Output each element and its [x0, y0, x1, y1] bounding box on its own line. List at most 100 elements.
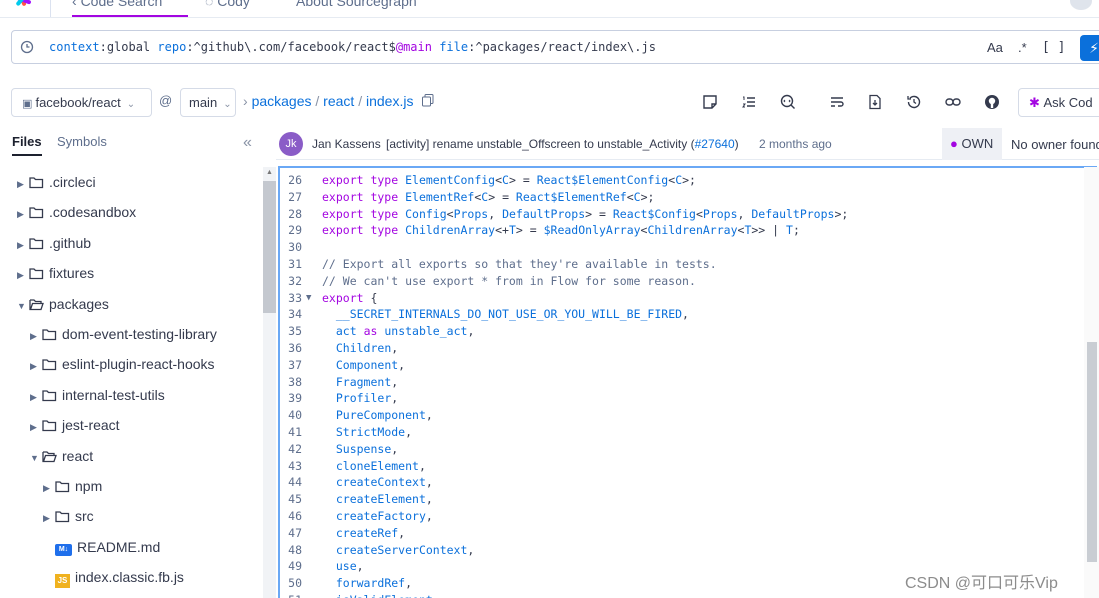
tree-item[interactable]: ▶ .codesandbox: [17, 200, 136, 224]
scroll-up-arrow-icon[interactable]: ▲: [266, 169, 273, 176]
line-number[interactable]: 38: [282, 374, 302, 391]
link-icon[interactable]: [945, 94, 961, 110]
code-token[interactable]: DefaultProps: [502, 207, 585, 221]
code-token[interactable]: Suspense: [336, 442, 391, 456]
code-scrollbar-thumb[interactable]: [1087, 342, 1097, 562]
repo-selector[interactable]: ▣ facebook/react ⌄: [11, 88, 152, 117]
search-submit-button[interactable]: ⚡: [1080, 35, 1099, 61]
list-ordered-icon[interactable]: [741, 94, 757, 110]
caret-right-icon[interactable]: ▶: [17, 233, 29, 257]
code-token[interactable]: ChildrenArray: [405, 223, 495, 237]
code-token[interactable]: T: [509, 223, 516, 237]
code-token[interactable]: createContext: [336, 475, 426, 489]
code-token[interactable]: PureComponent: [336, 408, 426, 422]
code-token[interactable]: Fragment: [336, 375, 391, 389]
breadcrumb-index-js[interactable]: index.js: [366, 93, 413, 109]
branch-selector[interactable]: main ⌄: [180, 88, 236, 117]
line-number[interactable]: 27: [282, 189, 302, 206]
commit-message[interactable]: [activity] rename unstable_Offscreen to …: [386, 137, 739, 151]
tree-item[interactable]: ▶ internal-test-utils: [30, 383, 165, 407]
commit-pr-link[interactable]: #27640: [695, 137, 735, 151]
line-number[interactable]: 26: [282, 172, 302, 189]
line-number[interactable]: 31: [282, 256, 302, 273]
sidebar-scrollbar[interactable]: ▲: [263, 167, 276, 598]
code-token[interactable]: forwardRef: [336, 576, 405, 590]
caret-right-icon[interactable]: ▶: [30, 385, 42, 409]
line-number[interactable]: 44: [282, 474, 302, 491]
code-intel-icon[interactable]: [780, 94, 796, 110]
caret-right-icon[interactable]: ▶: [43, 506, 55, 530]
tree-item[interactable]: ▶ dom-event-testing-library: [30, 322, 217, 346]
line-number[interactable]: 48: [282, 542, 302, 559]
github-icon[interactable]: [984, 94, 1000, 110]
tree-item[interactable]: JS index.classic.fb.js: [43, 565, 184, 589]
line-number[interactable]: 43: [282, 458, 302, 475]
code-token[interactable]: Component: [336, 358, 398, 372]
code-token[interactable]: __SECRET_INTERNALS_DO_NOT_USE_OR_YOU_WIL…: [336, 307, 682, 321]
code-token[interactable]: DefaultProps: [751, 207, 834, 221]
copy-path-icon[interactable]: [422, 94, 434, 107]
tree-item[interactable]: ▶ fixtures: [17, 261, 94, 285]
code-token[interactable]: unstable_act: [384, 324, 467, 338]
code-token[interactable]: Props: [454, 207, 489, 221]
line-number[interactable]: 28: [282, 206, 302, 223]
search-bar[interactable]: context:global repo:^github\.com/faceboo…: [11, 30, 1099, 64]
tree-item[interactable]: ▼ react: [30, 444, 93, 468]
line-number[interactable]: 33: [282, 290, 302, 307]
tab-cody[interactable]: ◌ Cody: [205, 0, 250, 17]
code-scrollbar[interactable]: [1084, 167, 1099, 598]
code-token[interactable]: use: [336, 559, 357, 573]
code-token[interactable]: isValidElement: [336, 593, 433, 598]
line-number[interactable]: 51: [282, 592, 302, 598]
search-query-input[interactable]: context:global repo:^github\.com/faceboo…: [49, 40, 656, 54]
code-token[interactable]: T: [786, 223, 793, 237]
line-number[interactable]: 35: [282, 323, 302, 340]
caret-right-icon[interactable]: ▶: [43, 476, 55, 500]
line-number[interactable]: 49: [282, 558, 302, 575]
case-sensitivity-toggle[interactable]: Aa: [987, 40, 1003, 55]
user-avatar[interactable]: [1070, 0, 1092, 10]
breadcrumb-react[interactable]: react: [323, 93, 354, 109]
code-token[interactable]: ChildrenArray: [647, 223, 737, 237]
tab-about[interactable]: About Sourcegraph: [296, 0, 417, 17]
tree-item[interactable]: ▶ jest-react: [30, 413, 120, 437]
caret-right-icon[interactable]: ▶: [30, 415, 42, 439]
history-clock-icon[interactable]: [20, 40, 34, 54]
code-view[interactable]: 26 export type ElementConfig<C> = React$E…: [278, 166, 1097, 598]
raw-file-icon[interactable]: [702, 94, 718, 110]
code-token[interactable]: Config: [405, 207, 447, 221]
line-number[interactable]: 41: [282, 424, 302, 441]
code-token[interactable]: Props: [703, 207, 738, 221]
code-token[interactable]: React$ElementConfig: [537, 173, 669, 187]
collapse-sidebar-button[interactable]: «: [243, 134, 252, 152]
line-number[interactable]: 37: [282, 357, 302, 374]
code-token[interactable]: $ReadOnlyArray: [544, 223, 641, 237]
code-token[interactable]: createRef: [336, 526, 398, 540]
structural-search-toggle[interactable]: [ ]: [1042, 40, 1065, 55]
line-number[interactable]: 32: [282, 273, 302, 290]
sidebar-scrollbar-thumb[interactable]: [263, 181, 276, 313]
code-token[interactable]: createServerContext: [336, 543, 468, 557]
caret-down-icon[interactable]: ▼: [30, 446, 42, 470]
code-token[interactable]: C: [502, 173, 509, 187]
line-number[interactable]: 40: [282, 407, 302, 424]
caret-down-icon[interactable]: ▼: [17, 294, 29, 318]
caret-right-icon[interactable]: ▶: [17, 202, 29, 226]
tree-item[interactable]: M↓ README.md: [43, 535, 160, 559]
line-number[interactable]: 50: [282, 575, 302, 592]
caret-right-icon[interactable]: ▶: [30, 324, 42, 348]
tree-item[interactable]: ▶ npm: [43, 474, 102, 498]
code-token[interactable]: act: [336, 324, 364, 338]
wrap-lines-icon[interactable]: [829, 94, 845, 110]
code-token[interactable]: StrictMode: [336, 425, 405, 439]
history-icon[interactable]: [906, 94, 922, 110]
code-token[interactable]: createElement: [336, 492, 426, 506]
download-file-icon[interactable]: [867, 94, 883, 110]
code-token[interactable]: Children: [336, 341, 391, 355]
code-token[interactable]: React$Config: [613, 207, 696, 221]
line-number[interactable]: 36: [282, 340, 302, 357]
commit-author[interactable]: Jan Kassens: [312, 137, 381, 151]
tab-files[interactable]: Files: [12, 134, 42, 156]
tree-item[interactable]: ▼ packages: [17, 292, 109, 316]
ownership-button[interactable]: ● OWN: [942, 128, 1002, 160]
